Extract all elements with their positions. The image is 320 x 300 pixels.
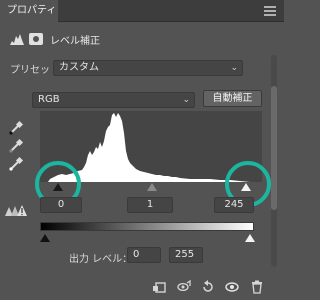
histogram-icon[interactable]: [10, 32, 24, 46]
clipping-warning-icon[interactable]: [5, 204, 27, 216]
eyedropper-gray-icon[interactable]: [8, 138, 24, 154]
input-midtone-field[interactable]: 1: [127, 197, 173, 213]
preset-select[interactable]: カスタム ⌄: [53, 60, 243, 76]
eyedropper-white-icon[interactable]: [8, 156, 24, 172]
output-levels-label: 出力 レベル：: [69, 254, 133, 265]
visibility-icon[interactable]: [225, 280, 239, 294]
auto-button[interactable]: 自動補正: [203, 90, 262, 107]
hamburger-menu-icon[interactable]: [264, 6, 276, 16]
tab-properties[interactable]: プロパティ: [0, 0, 58, 22]
panel-footer: [0, 272, 284, 300]
adjustment-title: レベル補正: [50, 36, 100, 47]
chevron-down-icon: ⌄: [182, 95, 190, 105]
clip-to-layer-icon[interactable]: [152, 280, 166, 294]
output-white-field[interactable]: 255: [169, 247, 203, 263]
output-white-slider[interactable]: [245, 234, 255, 242]
input-black-field[interactable]: 0: [40, 197, 82, 213]
eyedropper-black-icon[interactable]: [8, 120, 24, 136]
scrollbar-thumb[interactable]: [271, 86, 277, 210]
preset-value: カスタム: [59, 62, 99, 73]
output-black-field[interactable]: 0: [127, 247, 161, 263]
panel-tab-bar: プロパティ: [0, 0, 284, 22]
input-midtone-slider[interactable]: [147, 183, 157, 191]
reset-icon[interactable]: [201, 280, 215, 294]
channel-value: RGB: [38, 94, 60, 105]
trash-icon[interactable]: [250, 280, 264, 294]
output-gradient-bar: [40, 222, 254, 231]
chevron-down-icon: ⌄: [230, 63, 238, 73]
layer-mask-icon[interactable]: [29, 33, 43, 45]
input-white-field[interactable]: 245: [214, 197, 254, 213]
output-black-slider[interactable]: [40, 234, 50, 242]
adjustment-header: レベル補正: [10, 30, 250, 50]
channel-select[interactable]: RGB ⌄: [32, 92, 195, 108]
view-previous-state-icon[interactable]: [177, 280, 191, 294]
